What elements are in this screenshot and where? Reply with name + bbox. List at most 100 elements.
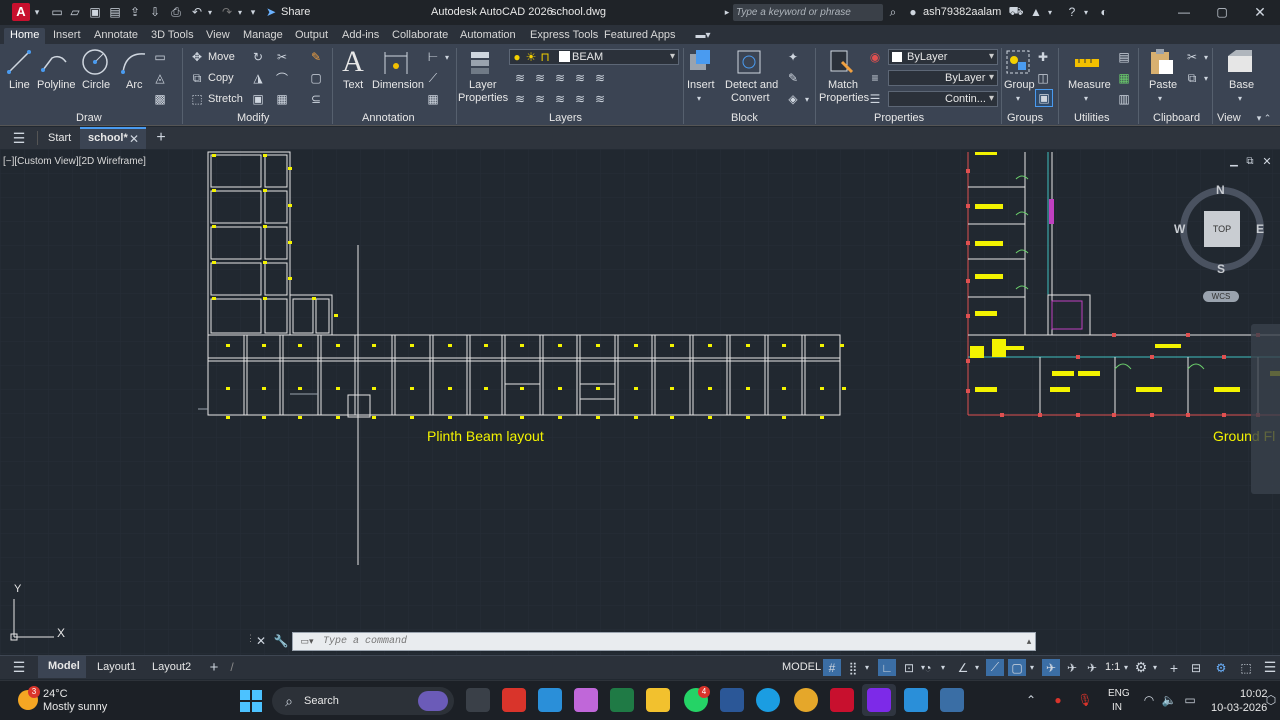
view-panel-dropdown-icon[interactable]: ▾ ⌃ [1254,112,1274,124]
copy-clip-dropdown-icon[interactable]: ▾ [1202,71,1210,85]
insert-icon[interactable] [686,48,714,76]
color-wheel-icon[interactable]: ◉ [867,49,883,65]
store-icon[interactable] [904,688,928,712]
match-properties-line1[interactable]: Match [828,79,858,91]
circle-icon[interactable] [81,48,109,76]
chrome-icon[interactable] [794,688,818,712]
customize-status-icon[interactable]: ☰ [1262,659,1278,676]
clipboard-panel-label[interactable]: Clipboard [1153,112,1200,124]
school-tab[interactable]: school* ✕ [80,127,146,149]
dropdown-icon[interactable]: ▾ [32,5,42,19]
base-dropdown-icon[interactable]: ▾ [1236,92,1244,104]
base-button[interactable]: Base [1229,79,1254,91]
layer-tools-icon[interactable]: ≋ [572,70,588,86]
edit-block-icon[interactable]: ✎ [785,70,801,86]
tab-manage[interactable]: Manage [237,28,289,44]
text-button[interactable]: Text [343,79,363,91]
windows-start-icon[interactable] [240,690,262,712]
layer-properties-line2[interactable]: Properties [458,92,508,104]
help-dropdown-icon[interactable]: ▾ [1082,5,1090,19]
attribute-dropdown-icon[interactable]: ▾ [803,92,811,106]
create-block-icon[interactable]: ✦ [785,49,801,65]
scale-dropdown-icon[interactable]: ▾ [1122,660,1130,674]
group-dropdown-icon[interactable]: ▾ [1014,92,1022,104]
annotation-monitor-icon[interactable]: + [1166,659,1182,676]
command-prompt-icon[interactable]: ▭▾ [295,635,319,648]
command-line-grip-icon[interactable]: ⋮ [246,633,255,649]
tab-3d-tools[interactable]: 3D Tools [145,28,200,44]
calculator-app-icon[interactable] [940,688,964,712]
group-icon[interactable] [1004,48,1032,76]
units-icon[interactable]: ⊟ [1188,659,1204,676]
utilities-panel-label[interactable]: Utilities [1074,112,1109,124]
group-selection-icon[interactable]: ▣ [1035,89,1053,107]
workspace-dropdown-icon[interactable]: ▾ [1151,660,1159,674]
properties-panel-label[interactable]: Properties [874,112,924,124]
dimension-button[interactable]: Dimension [372,79,424,91]
help-icon[interactable]: ? [1064,4,1080,20]
linetype-icon[interactable]: ☰ [867,91,883,107]
trim-icon[interactable]: ✂ [274,49,290,65]
viewport-minimize-icon[interactable]: ▁ [1228,155,1240,167]
attribute-icon[interactable]: ◈ [785,91,801,107]
cut-icon[interactable]: ✂ [1184,49,1200,65]
arc-icon[interactable] [120,48,148,76]
command-line[interactable]: ▭▾ Type a command ▴ [292,632,1036,651]
microphone-icon[interactable]: 🎙 [1077,692,1092,708]
measure-dropdown-icon[interactable]: ▾ [1082,92,1090,104]
layer-tools-icon[interactable]: ≋ [532,91,548,107]
command-input[interactable]: Type a command [323,636,407,647]
layer-tools-icon[interactable]: ≋ [552,91,568,107]
lineweight-icon[interactable]: ≡ [867,70,883,86]
share-icon[interactable]: ➤ [264,5,278,19]
layer-properties-line1[interactable]: Layer [469,79,497,91]
notification-icon[interactable]: ⬡ [1264,692,1278,708]
rectangle-icon[interactable]: ▭ [152,49,168,65]
annotation-scale-value[interactable]: 1:1 [1105,661,1120,673]
copy-button[interactable]: Copy [208,72,234,84]
photos-icon[interactable] [538,688,562,712]
model-space-button[interactable]: MODEL [782,659,821,676]
tab-collaborate[interactable]: Collaborate [386,28,454,44]
object-tracking-icon[interactable]: ∠ [955,659,971,676]
fillet-icon[interactable]: ⌒ [274,70,290,86]
copy-icon[interactable]: ⧉ [189,70,205,86]
compass-south[interactable]: S [1217,262,1225,276]
tray-overflow-icon[interactable]: ⌃ [1024,692,1038,708]
save-icon[interactable]: ▣ [88,4,102,20]
line-icon[interactable] [6,48,32,76]
clean-screen-icon[interactable]: ⬚ [1238,659,1254,676]
graphics-performance-icon[interactable]: ⚙ [1212,659,1230,676]
insert-button[interactable]: Insert [687,79,715,91]
start-tab[interactable]: Start [48,132,71,144]
drawing-canvas[interactable]: [−][Custom View][2D Wireframe] Plinth Be… [0,149,1280,655]
annotation-scale-icon[interactable]: ✈ [1084,659,1100,676]
battery-icon[interactable]: ▭ [1181,692,1199,708]
autocad-logo[interactable]: A [12,3,30,21]
base-view-icon[interactable] [1226,48,1254,76]
match-properties-line2[interactable]: Properties [819,92,869,104]
close-tab-icon[interactable]: ✕ [128,131,140,147]
lineweight-dropdown[interactable]: Contin... [888,91,998,107]
minimize-icon[interactable]: — [1176,4,1192,20]
alert-icon[interactable]: ▲ [1028,4,1044,20]
tab-home[interactable]: Home [4,28,46,44]
line-button[interactable]: Line [9,79,30,91]
select-all-icon[interactable]: ▦ [1116,70,1132,86]
layout2-tab[interactable]: Layout2 [152,661,191,673]
tab-featured-apps[interactable]: Featured Apps [598,28,682,44]
task-view-icon[interactable] [466,688,490,712]
save-as-icon[interactable]: ▤ [108,4,122,20]
linetype-dropdown[interactable]: ByLayer [888,70,998,86]
layer-tools-icon[interactable]: ≋ [592,91,608,107]
ribbon-options-icon[interactable]: ▬▾ [692,28,714,42]
annotation-visibility-icon[interactable]: ✈ [1042,659,1060,676]
circle-button[interactable]: Circle [82,79,110,91]
annotation-scale-auto-icon[interactable]: ✈ [1064,659,1080,676]
group-edit-icon[interactable]: ◫ [1035,70,1051,86]
print-icon[interactable]: ⎙ [168,4,184,20]
draw-panel-label[interactable]: Draw [76,112,102,124]
scale-icon[interactable]: ▣ [250,91,266,107]
snap-icon[interactable]: ⣿ [845,659,861,676]
layer-tools-icon[interactable]: ≋ [532,70,548,86]
